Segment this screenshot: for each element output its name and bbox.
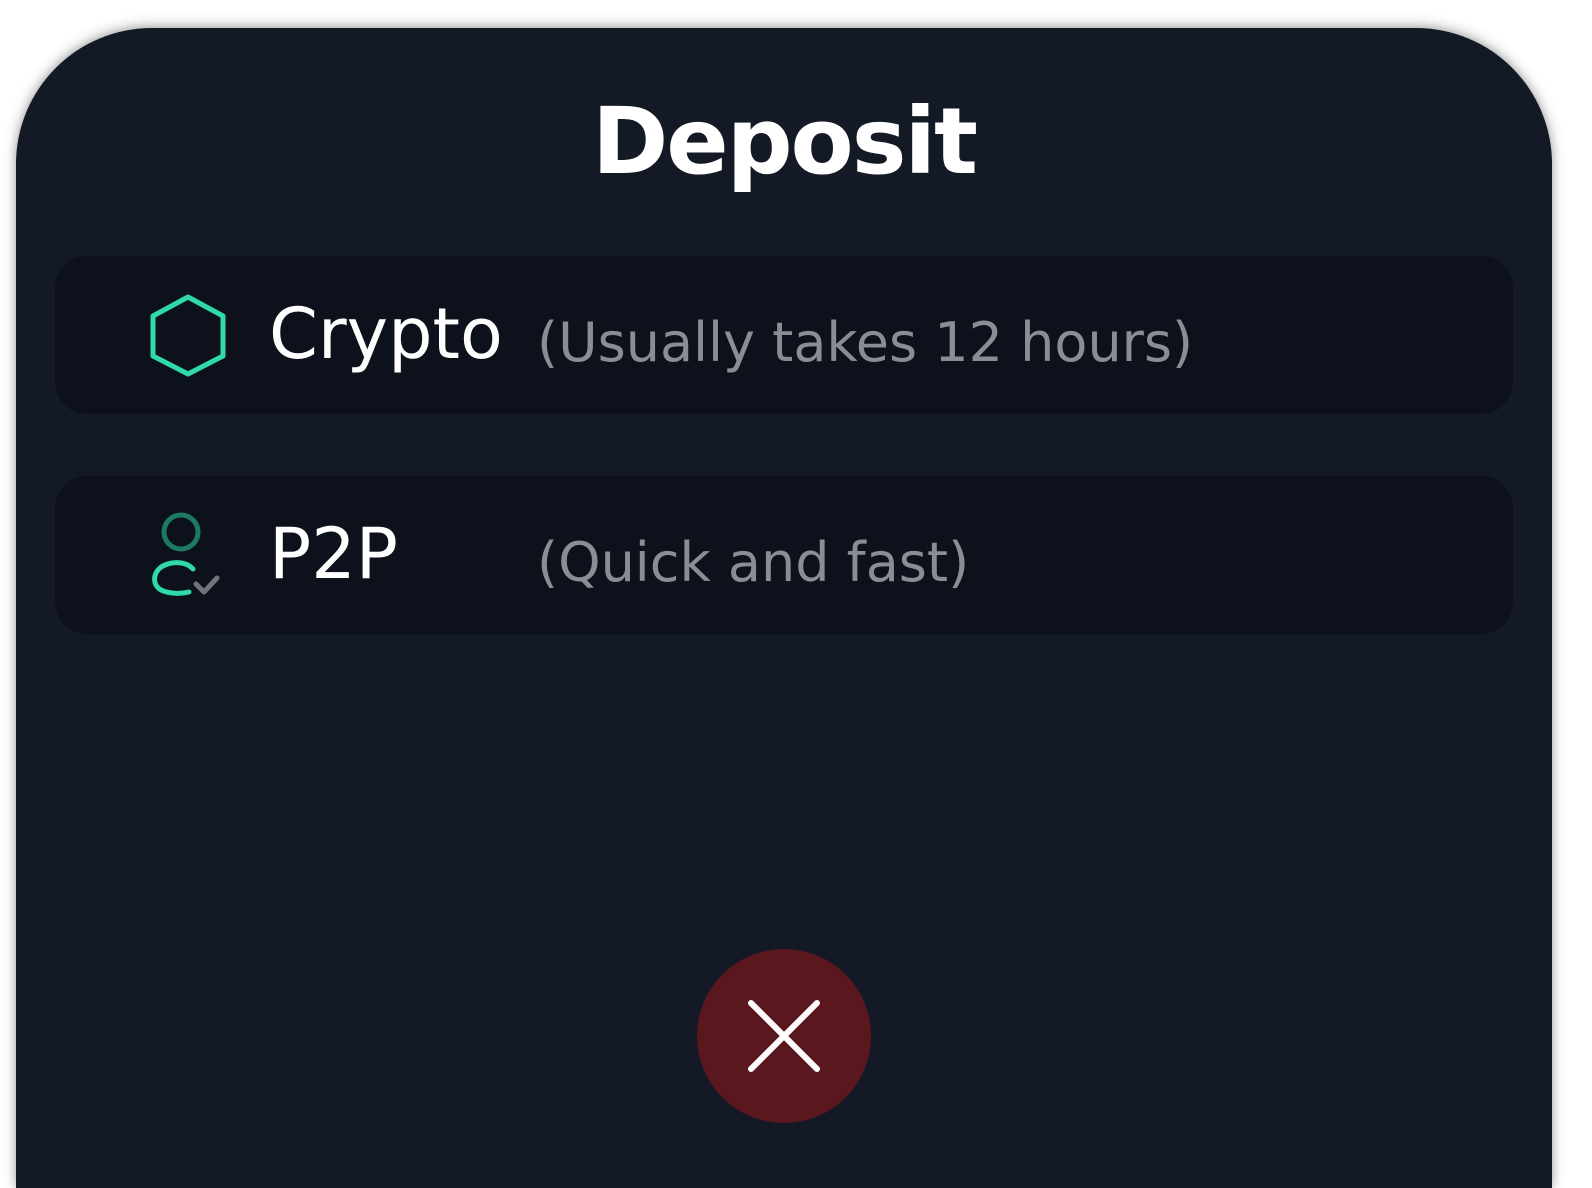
page-title: Deposit — [591, 88, 978, 195]
option-label: P2P — [269, 513, 398, 595]
option-note: (Quick and fast) — [537, 531, 970, 594]
option-label: Crypto — [269, 293, 503, 375]
option-p2p[interactable]: P2P (Quick and fast) — [55, 476, 1513, 634]
option-note: (Usually takes 12 hours) — [537, 311, 1194, 374]
close-button[interactable] — [697, 949, 871, 1123]
option-crypto[interactable]: Crypto (Usually takes 12 hours) — [55, 256, 1513, 414]
close-icon — [748, 1000, 820, 1072]
user-verified-icon — [147, 512, 229, 598]
hexagon-icon — [147, 292, 229, 378]
deposit-sheet: Deposit Crypto (Usually takes 12 hours) … — [16, 28, 1552, 1188]
